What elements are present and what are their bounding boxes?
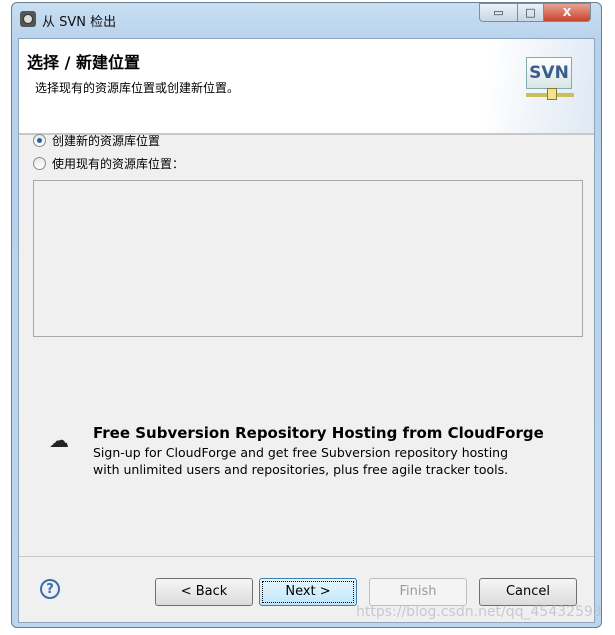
radio-button[interactable] [33,157,46,170]
promo-line: Sign-up for CloudForge and get free Subv… [93,445,509,460]
cancel-button[interactable]: Cancel [479,578,577,606]
minimize-button[interactable]: ▭ [479,3,518,22]
next-button[interactable]: Next > [259,578,357,606]
svn-logo-icon: SVN [526,57,572,89]
promo-line: with unlimited users and repositories, p… [93,462,509,477]
app-icon [20,11,36,27]
page-description: 选择现有的资源库位置或创建新位置。 [35,81,240,95]
close-button[interactable]: X [543,3,591,22]
radio-label: 创建新的资源库位置 [52,134,161,148]
wizard-header: 选择 / 新建位置 选择现有的资源库位置或创建新位置。 SVN [19,39,594,135]
finish-button: Finish [369,578,467,606]
back-button[interactable]: < Back [155,578,253,606]
watermark: https://blog.csdn.net/qq_45432593 [356,604,602,620]
maximize-button[interactable]: □ [517,3,544,22]
repository-location-list[interactable] [33,180,583,337]
radio-label: 使用现有的资源库位置： [52,157,185,171]
help-icon[interactable]: ? [40,579,60,599]
radio-create-new[interactable]: 创建新的资源库位置 [33,132,160,149]
dialog-body: 选择 / 新建位置 选择现有的资源库位置或创建新位置。 SVN 创建新的资源库位… [18,38,595,623]
cloud-icon: ☁ [49,428,69,452]
divider [19,556,594,557]
radio-button[interactable] [33,134,46,147]
page-title: 选择 / 新建位置 [27,53,140,72]
svn-logo-node [547,88,557,100]
radio-use-existing[interactable]: 使用现有的资源库位置： [33,155,184,172]
promo-title[interactable]: Free Subversion Repository Hosting from … [93,424,544,442]
window-title: 从 SVN 检出 [42,15,117,30]
promo-text: Sign-up for CloudForge and get free Subv… [93,444,553,478]
dialog-window: 从 SVN 检出 ▭ □ X 选择 / 新建位置 选择现有的资源库位置或创建新位… [11,2,602,628]
